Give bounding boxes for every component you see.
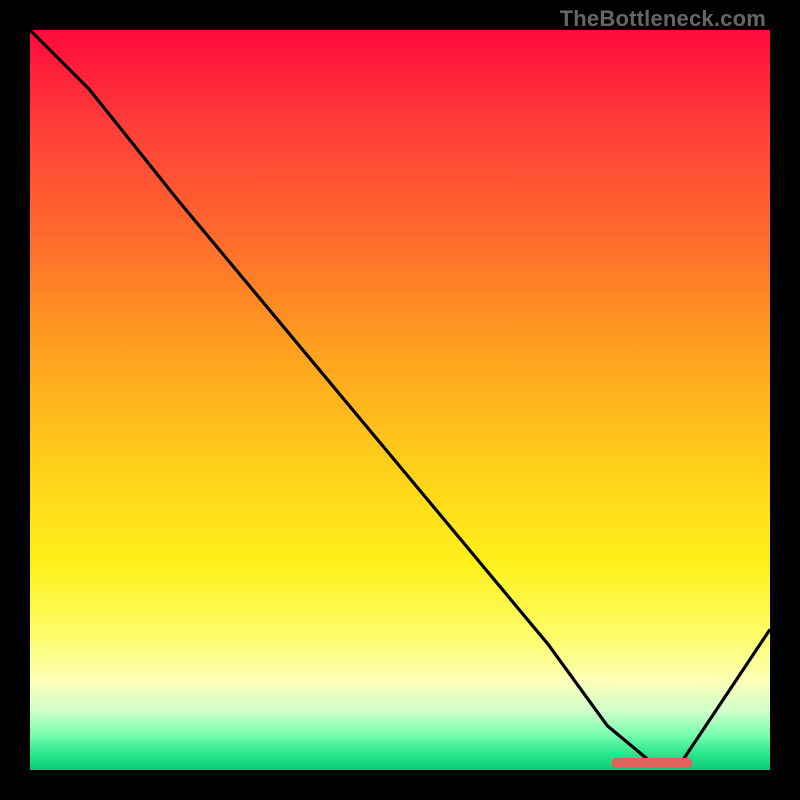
bottleneck-curve bbox=[30, 30, 770, 763]
chart-frame bbox=[30, 30, 770, 770]
optimal-range-marker bbox=[611, 758, 692, 768]
chart-line-layer bbox=[30, 30, 770, 770]
watermark-text: TheBottleneck.com bbox=[560, 6, 766, 32]
